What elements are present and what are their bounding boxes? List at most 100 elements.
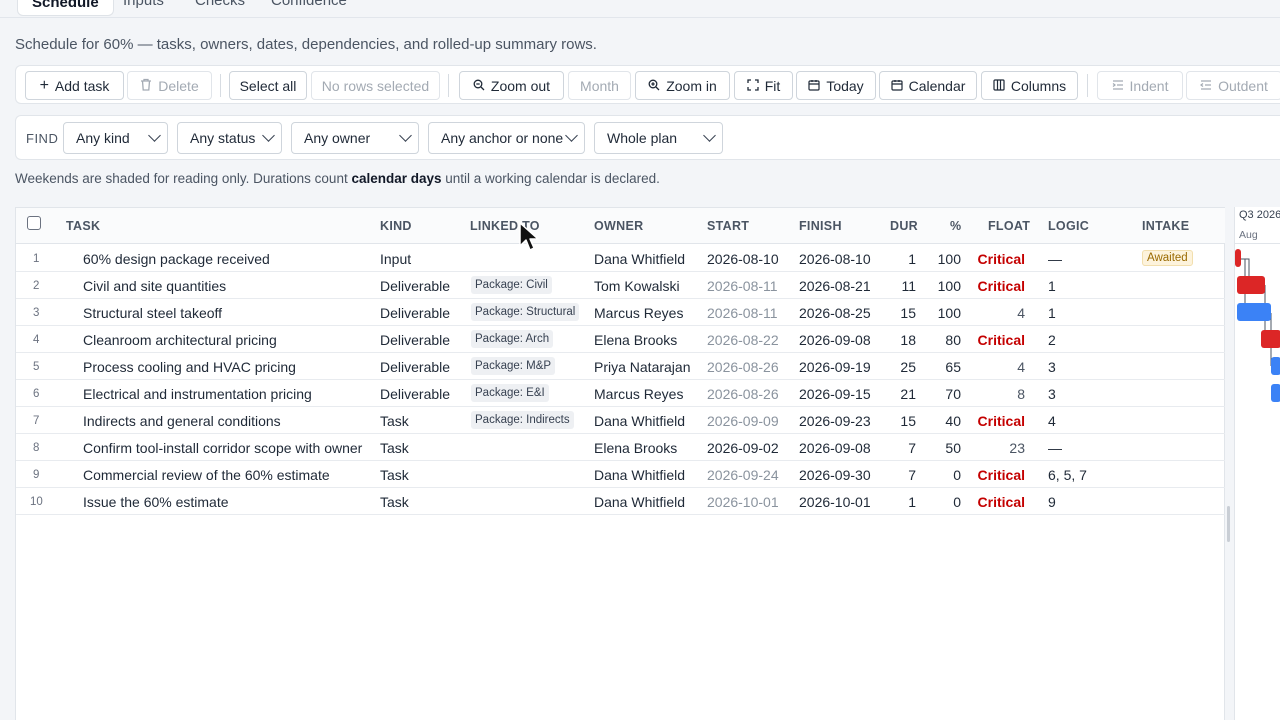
kind-cell: Deliverable — [380, 359, 451, 375]
row-number: 7 — [33, 415, 40, 427]
chevron-down-icon — [148, 129, 161, 142]
percent-cell: 100 — [937, 305, 961, 321]
outdent-button[interactable]: Outdent — [1186, 71, 1280, 100]
table-row[interactable]: 3 Structural steel takeoff Deliverable Pack… — [16, 299, 1225, 326]
logic-cell: 3 — [1048, 359, 1056, 375]
indent-icon — [1112, 79, 1124, 92]
col-start[interactable]: START — [707, 219, 749, 233]
zoom-out-label: Zoom out — [490, 77, 551, 94]
finish-cell: 2026-09-19 — [799, 359, 871, 375]
finish-cell: 2026-09-23 — [799, 413, 871, 429]
add-task-button[interactable]: + Add task — [25, 71, 124, 100]
mouse-cursor-icon — [519, 222, 539, 251]
finish-cell: 2026-08-25 — [799, 305, 871, 321]
row-number: 9 — [33, 469, 40, 481]
col-float[interactable]: FLOAT — [988, 219, 1030, 233]
owner-filter-value: Any owner — [304, 130, 371, 146]
start-cell: 2026-08-26 — [707, 386, 779, 402]
grid-scrollbar[interactable] — [1227, 506, 1230, 542]
start-cell: 2026-08-26 — [707, 359, 779, 375]
owner-cell: Marcus Reyes — [594, 305, 684, 321]
table-row[interactable]: 10 Issue the 60% estimate Task Dana Whitfie… — [16, 488, 1225, 515]
anchor-filter-select[interactable]: Any anchor or none — [428, 122, 585, 154]
linked-package-tag: Package: Arch — [471, 330, 554, 348]
table-row[interactable]: 4 Cleanroom architectural pricing Delivera… — [16, 326, 1225, 353]
owner-cell: Priya Natarajan — [594, 359, 691, 375]
gantt-bar-row-2[interactable] — [1237, 276, 1265, 294]
scope-filter-select[interactable]: Whole plan — [594, 122, 723, 154]
select-all-checkbox[interactable] — [27, 216, 41, 230]
task-name-cell: Cleanroom architectural pricing — [83, 332, 277, 348]
kind-cell: Task — [380, 413, 409, 429]
owner-filter-select[interactable]: Any owner — [291, 122, 419, 154]
finish-cell: 2026-10-01 — [799, 494, 871, 510]
trash-icon — [140, 78, 152, 93]
table-row[interactable]: 2 Civil and site quantities Deliverable Pac… — [16, 272, 1225, 299]
calendar-label: Calendar — [908, 77, 966, 94]
calendar-button[interactable]: Calendar — [879, 71, 977, 100]
page-subtitle: Schedule for 60% — tasks, owners, dates,… — [15, 36, 597, 53]
col-intake[interactable]: INTAKE — [1142, 219, 1189, 233]
col-finish[interactable]: FINISH — [799, 219, 842, 233]
gantt-panel[interactable]: Q3 2026 Aug — [1234, 207, 1280, 720]
col-task[interactable]: TASK — [66, 219, 100, 233]
columns-icon — [993, 78, 1005, 93]
gantt-bar-row-4[interactable] — [1261, 330, 1280, 348]
tab-confidence[interactable]: Confidence — [271, 0, 347, 9]
table-row[interactable]: 5 Process cooling and HVAC pricing Deliver… — [16, 353, 1225, 380]
delete-button[interactable]: Delete — [127, 71, 212, 100]
columns-button[interactable]: Columns — [981, 71, 1078, 100]
indent-button[interactable]: Indent — [1097, 71, 1183, 100]
status-filter-select[interactable]: Any status — [177, 122, 282, 154]
tab-inputs[interactable]: Inputs — [123, 0, 164, 9]
float-cell: 23 — [1009, 440, 1025, 456]
today-label: Today — [826, 77, 864, 94]
owner-cell: Tom Kowalski — [594, 278, 680, 294]
today-button[interactable]: Today — [796, 71, 876, 100]
zoom-in-button[interactable]: Zoom in — [635, 71, 730, 100]
gantt-bar-row-3[interactable] — [1237, 303, 1271, 321]
percent-cell: 100 — [937, 278, 961, 294]
gantt-bar-row-1[interactable] — [1235, 249, 1241, 267]
delete-label: Delete — [158, 77, 199, 94]
task-name-cell: Confirm tool-install corridor scope with… — [83, 440, 363, 456]
tab-schedule[interactable]: Schedule — [17, 0, 114, 16]
col-logic[interactable]: LOGIC — [1048, 219, 1089, 233]
kind-filter-select[interactable]: Any kind — [63, 122, 168, 154]
month-button[interactable]: Month — [568, 71, 631, 100]
duration-cell: 18 — [900, 332, 916, 348]
table-row[interactable]: 1 60% design package received Input Dana Wh… — [16, 245, 1225, 272]
float-cell: Critical — [977, 494, 1025, 510]
row-number: 4 — [33, 334, 40, 346]
table-row[interactable]: 6 Electrical and instrumentation pricing D… — [16, 380, 1225, 407]
col-percent[interactable]: % — [950, 219, 961, 233]
table-row[interactable]: 8 Confirm tool-install corridor scope wit… — [16, 434, 1225, 461]
task-name-cell: Commercial review of the 60% estimate — [83, 467, 330, 483]
fit-button[interactable]: Fit — [734, 71, 793, 100]
note-text-end: until a working calendar is declared. — [441, 171, 660, 186]
owner-cell: Dana Whitfield — [594, 413, 686, 429]
find-bar: FIND Any kind Any status Any owner Any a… — [15, 115, 1280, 160]
tab-checks[interactable]: Checks — [195, 0, 245, 9]
gantt-bar-row-6[interactable] — [1271, 384, 1280, 402]
finish-cell: 2026-08-10 — [799, 251, 871, 267]
col-dur[interactable]: DUR — [890, 219, 918, 233]
start-cell: 2026-09-24 — [707, 467, 779, 483]
select-all-button[interactable]: Select all — [229, 71, 307, 100]
percent-cell: 65 — [945, 359, 961, 375]
row-number: 1 — [33, 253, 40, 265]
note-text: Weekends are shaded for reading only. Du… — [15, 171, 352, 186]
find-label: FIND — [26, 131, 59, 146]
percent-cell: 70 — [945, 386, 961, 402]
table-row[interactable]: 9 Commercial review of the 60% estimate Ta… — [16, 461, 1225, 488]
float-cell: 4 — [1017, 305, 1025, 321]
gantt-bar-row-5[interactable] — [1271, 357, 1280, 375]
table-row[interactable]: 7 Indirects and general conditions Task Pac… — [16, 407, 1225, 434]
no-rows-selected-button[interactable]: No rows selected — [311, 71, 440, 100]
percent-cell: 0 — [953, 467, 961, 483]
toolbar: + Add task Delete Select all No rows sel… — [15, 65, 1280, 104]
col-owner[interactable]: OWNER — [594, 219, 643, 233]
anchor-filter-value: Any anchor or none — [441, 130, 564, 146]
col-kind[interactable]: KIND — [380, 219, 412, 233]
zoom-out-button[interactable]: Zoom out — [459, 71, 564, 100]
